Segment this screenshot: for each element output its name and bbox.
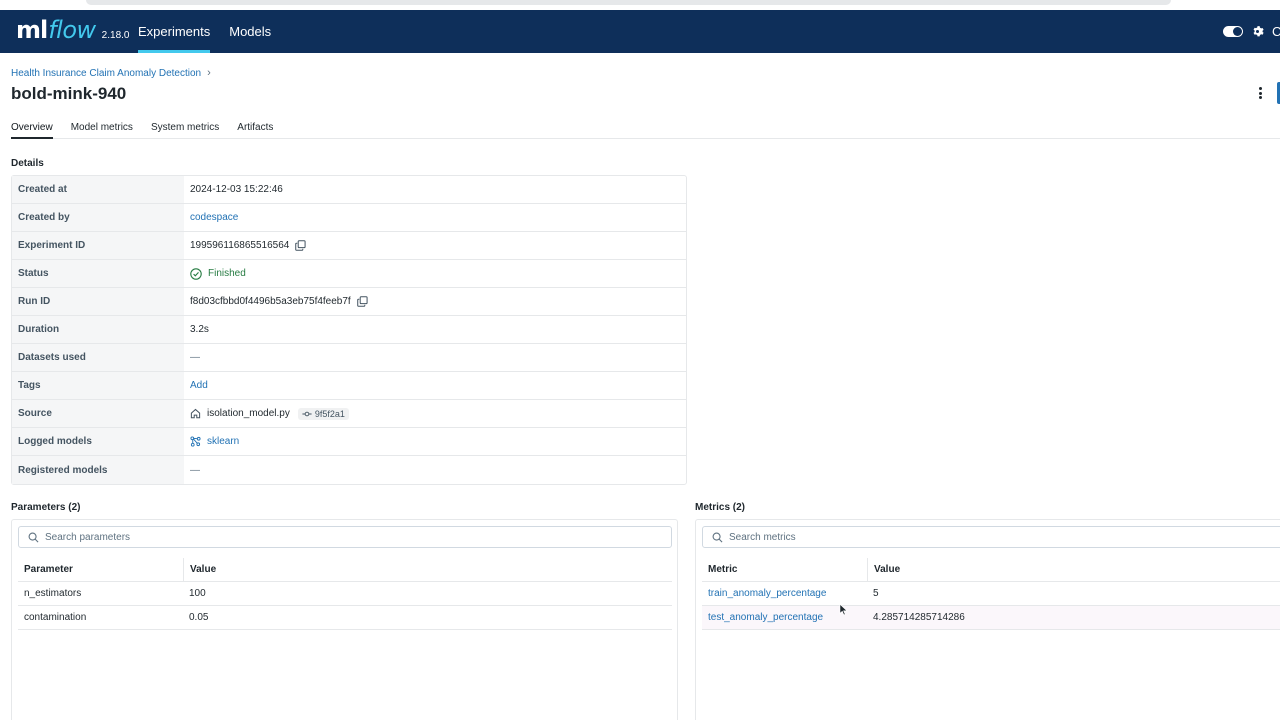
search-icon [712, 532, 723, 543]
table-row: n_estimators 100 [18, 582, 672, 606]
parameters-panel: Parameter Value n_estimators 100 contami… [11, 519, 678, 720]
parameters-search-input[interactable] [45, 531, 605, 543]
cursor-icon [839, 603, 849, 621]
table-header-row: Metric Value [702, 558, 1280, 582]
details-row-registered-models: Registered models — [12, 456, 686, 484]
source-file[interactable]: isolation_model.py [207, 408, 290, 419]
run-id-value: f8d03cfbbd0f4496b5a3eb75f4feeb7f [190, 296, 351, 307]
status-value: Finished [208, 268, 246, 279]
logo-ml-text: ml [16, 16, 48, 44]
details-key: Registered models [12, 456, 184, 484]
details-row-run-id: Run ID f8d03cfbbd0f4496b5a3eb75f4feeb7f [12, 288, 686, 316]
details-row-datasets: Datasets used — [12, 344, 686, 372]
check-circle-icon [190, 267, 202, 280]
nav-models[interactable]: Models [229, 10, 271, 53]
mlflow-logo[interactable]: ml flow 2.18.0 [16, 16, 129, 44]
created-by-link[interactable]: codespace [190, 212, 238, 223]
git-commit-icon [302, 410, 312, 418]
metric-name-link[interactable]: train_anomaly_percentage [708, 588, 826, 599]
metric-value: 5 [873, 588, 879, 599]
table-header-row: Parameter Value [18, 558, 672, 582]
search-icon [28, 532, 39, 543]
table-row: contamination 0.05 [18, 606, 672, 630]
parameters-heading: Parameters (2) [11, 502, 81, 513]
top-navigation-bar: ml flow 2.18.0 Experiments Models C [0, 10, 1280, 53]
details-row-status: Status Finished [12, 260, 686, 288]
header-cut-text: C [1272, 24, 1280, 39]
details-row-experiment-id: Experiment ID 199596116865516564 [12, 232, 686, 260]
parameters-table: Parameter Value n_estimators 100 contami… [18, 558, 672, 630]
parameters-search[interactable] [18, 526, 672, 548]
details-row-created-at: Created at 2024-12-03 15:22:46 [12, 176, 686, 204]
breadcrumb: Health Insurance Claim Anomaly Detection… [11, 67, 211, 79]
tab-artifacts[interactable]: Artifacts [237, 118, 273, 138]
details-key: Datasets used [12, 344, 184, 371]
details-key: Created at [12, 176, 184, 203]
details-row-tags: Tags Add [12, 372, 686, 400]
details-row-created-by: Created by codespace [12, 204, 686, 232]
browser-address-strip [0, 0, 1280, 10]
logged-model-link[interactable]: sklearn [207, 436, 239, 447]
metrics-table: Metric Value train_anomaly_percentage 5 … [702, 558, 1280, 630]
chevron-right-icon: › [207, 67, 211, 79]
run-tabs: Overview Model metrics System metrics Ar… [11, 118, 1280, 139]
metric-value: 4.285714285714286 [873, 612, 965, 623]
param-value: 0.05 [189, 612, 209, 623]
details-key: Tags [12, 372, 184, 399]
metric-name-link[interactable]: test_anomaly_percentage [708, 612, 823, 623]
copy-icon[interactable] [356, 296, 368, 307]
details-key: Status [12, 260, 184, 287]
tab-model-metrics[interactable]: Model metrics [71, 118, 133, 138]
created-at-value: 2024-12-03 15:22:46 [190, 184, 283, 195]
commit-hash: 9f5f2a1 [314, 408, 345, 419]
model-icon [190, 436, 201, 447]
details-key: Logged models [12, 428, 184, 455]
add-tag-link[interactable]: Add [190, 380, 208, 391]
metrics-search-input[interactable] [729, 531, 1280, 543]
gear-icon[interactable] [1248, 23, 1266, 41]
param-name: n_estimators [24, 588, 82, 599]
breadcrumb-experiment-link[interactable]: Health Insurance Claim Anomaly Detection [11, 68, 201, 79]
kebab-menu-icon[interactable] [1254, 86, 1266, 100]
commit-hash-tag[interactable]: 9f5f2a1 [297, 407, 349, 420]
logo-flow-text: flow [48, 16, 96, 44]
details-table: Created at 2024-12-03 15:22:46 Created b… [11, 175, 687, 485]
details-row-logged-models: Logged models sklearn [12, 428, 686, 456]
column-header-value[interactable]: Value [183, 558, 216, 581]
table-row: train_anomaly_percentage 5 [702, 582, 1280, 606]
metrics-panel: Metric Value train_anomaly_percentage 5 … [695, 519, 1280, 720]
toggle-switch-icon[interactable] [1223, 26, 1243, 37]
datasets-value: — [190, 352, 200, 363]
param-value: 100 [189, 588, 206, 599]
tab-overview[interactable]: Overview [11, 118, 53, 139]
details-heading: Details [11, 158, 44, 169]
tab-system-metrics[interactable]: System metrics [151, 118, 219, 138]
details-key: Experiment ID [12, 232, 184, 259]
details-key: Created by [12, 204, 184, 231]
metrics-search[interactable] [702, 526, 1280, 548]
details-row-source: Source isolation_model.py 9f5f2a1 [12, 400, 686, 428]
column-header-metric[interactable]: Metric [702, 564, 867, 575]
main-nav: Experiments Models [138, 10, 290, 53]
duration-value: 3.2s [190, 324, 209, 335]
registered-models-value: — [190, 464, 200, 476]
page-title: bold-mink-940 [11, 84, 127, 103]
column-header-value[interactable]: Value [867, 558, 900, 581]
copy-icon[interactable] [295, 240, 306, 251]
details-key: Source [12, 400, 184, 427]
nav-experiments[interactable]: Experiments [138, 10, 211, 53]
column-header-parameter[interactable]: Parameter [18, 564, 183, 575]
details-row-duration: Duration 3.2s [12, 316, 686, 344]
param-name: contamination [24, 612, 87, 623]
experiment-id-value: 199596116865516564 [190, 240, 290, 251]
home-icon [190, 408, 201, 419]
version-label: 2.18.0 [101, 30, 130, 41]
details-key: Run ID [12, 288, 184, 315]
table-row: test_anomaly_percentage 4.28571428571428… [702, 606, 1280, 630]
browser-address-bar[interactable] [86, 0, 1171, 5]
metrics-heading: Metrics (2) [695, 502, 746, 513]
details-key: Duration [12, 316, 184, 343]
header-actions: C [1223, 10, 1280, 53]
